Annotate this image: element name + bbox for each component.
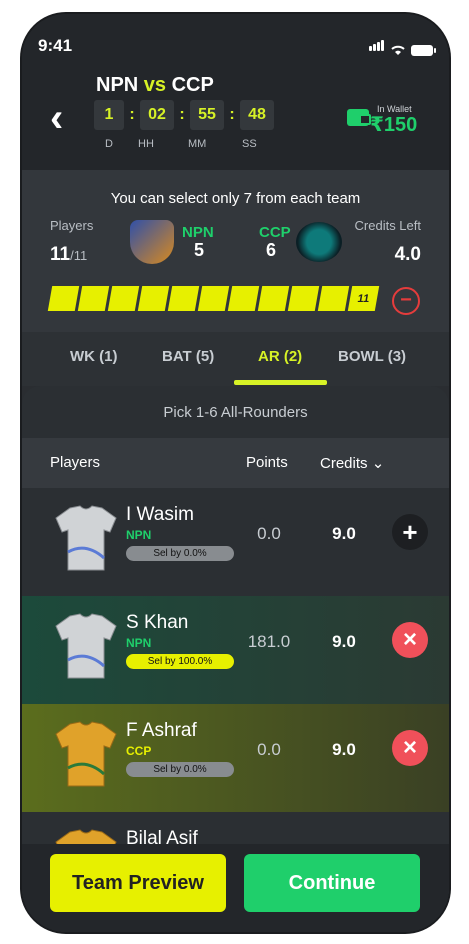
list-item[interactable]: I Wasim NPN Sel by 0.0% 0.0 9.0 + (22, 488, 449, 596)
match-title: NPN vs CCP (96, 74, 214, 97)
progress-segment (287, 286, 320, 311)
remove-player-button[interactable]: × (392, 730, 428, 766)
list-item[interactable]: F Ashraf CCP Sel by 0.0% 0.0 9.0 × (22, 704, 449, 812)
selection-summary: You can select only 7 from each team Pla… (22, 170, 449, 332)
col-players: Players (50, 454, 101, 471)
player-jersey-icon (55, 721, 117, 787)
progress-segment: 11 (347, 286, 380, 311)
timer-days: 1 (94, 100, 124, 130)
remove-player-button[interactable]: × (392, 622, 428, 658)
timer-label-hh: HH (138, 138, 154, 150)
credits-left-label: Credits Left (354, 218, 421, 233)
player-team: NPN (126, 636, 152, 650)
countdown-timer: 1 : 02 : 55 : 48 (94, 100, 274, 130)
status-time: 9:41 (38, 36, 73, 55)
player-credits: 9.0 (332, 524, 356, 543)
timer-label-mm: MM (188, 138, 207, 150)
timer-minutes: 55 (190, 100, 224, 130)
tab-bowl[interactable]: BOWL (3) (338, 348, 406, 365)
tab-wk[interactable]: WK (1) (70, 348, 118, 365)
player-points: 181.0 (247, 632, 291, 651)
list-header: Players Points Credits ⌄ (22, 438, 449, 488)
player-points: 0.0 (257, 740, 281, 759)
footer-actions: Team Preview Continue (22, 844, 449, 932)
selection-progress-bar: 11 (47, 286, 380, 311)
list-item[interactable]: S Khan NPN Sel by 100.0% 181.0 9.0 × (22, 596, 449, 704)
vs-label: vs (143, 74, 167, 96)
team-b-logo (296, 222, 342, 262)
pick-instruction: Pick 1-6 All-Rounders (163, 404, 308, 421)
progress-segment (227, 286, 260, 311)
active-tab-indicator (234, 380, 327, 385)
timer-seconds: 48 (240, 100, 274, 130)
tab-bat[interactable]: BAT (5) (162, 348, 214, 365)
wallet-icon[interactable] (347, 109, 371, 126)
progress-segment (107, 286, 140, 311)
progress-segment (317, 286, 350, 311)
wifi-icon (391, 45, 405, 55)
player-name: F Ashraf (126, 720, 197, 741)
team-a-count: 5 (194, 240, 205, 260)
team-b-name: CCP (171, 74, 214, 96)
chevron-down-icon: ⌄ (371, 455, 385, 472)
progress-segment (47, 286, 80, 311)
col-points[interactable]: Points (246, 454, 288, 471)
team-b-code: CCP (259, 224, 291, 241)
match-header: 9:41 ‹ NPN vs CCP 1 : 02 : 55 : 48 D HH … (22, 14, 449, 170)
team-b-count: 6 (266, 240, 277, 260)
remove-circle-icon[interactable]: − (392, 287, 420, 315)
signal-icon (369, 38, 385, 56)
selected-by-badge: Sel by 0.0% (126, 762, 234, 777)
status-icons (369, 38, 436, 56)
credits-left-value: 4.0 (394, 244, 421, 265)
player-jersey-icon (55, 613, 117, 679)
selected-by-badge: Sel by 0.0% (126, 546, 234, 561)
wallet-amount[interactable]: ₹150 (370, 112, 417, 137)
progress-segment (167, 286, 200, 311)
timer-label-ss: SS (242, 138, 257, 150)
player-jersey-icon (55, 505, 117, 571)
team-a-code: NPN (182, 224, 214, 241)
player-points: 0.0 (257, 524, 281, 543)
players-count: 11/11 (50, 244, 88, 265)
selection-rule: You can select only 7 from each team (110, 190, 361, 207)
add-player-button[interactable]: + (392, 514, 428, 550)
team-preview-button[interactable]: Team Preview (50, 854, 226, 912)
battery-icon (411, 45, 436, 56)
team-a-name: NPN (96, 74, 139, 96)
progress-segment (257, 286, 290, 311)
team-a-logo (130, 220, 174, 264)
tab-ar[interactable]: AR (2) (258, 348, 302, 365)
player-team: NPN (126, 528, 152, 542)
col-credits[interactable]: Credits ⌄ (320, 454, 384, 472)
continue-button[interactable]: Continue (244, 854, 420, 912)
timer-hours: 02 (140, 100, 174, 130)
phone-screen: 9:41 ‹ NPN vs CCP 1 : 02 : 55 : 48 D HH … (22, 14, 449, 932)
player-team: CCP (126, 744, 152, 758)
player-name: I Wasim (126, 504, 194, 525)
player-name: S Khan (126, 612, 189, 633)
timer-label-d: D (105, 138, 113, 150)
progress-segment (77, 286, 110, 311)
progress-segment (197, 286, 230, 311)
role-tabs: WK (1) BAT (5) AR (2) BOWL (3) (22, 332, 449, 386)
players-label: Players (50, 218, 94, 233)
player-credits: 9.0 (332, 632, 356, 651)
back-icon[interactable]: ‹ (50, 98, 63, 138)
player-credits: 9.0 (332, 740, 356, 759)
selected-by-badge: Sel by 100.0% (126, 654, 234, 669)
progress-segment (137, 286, 170, 311)
